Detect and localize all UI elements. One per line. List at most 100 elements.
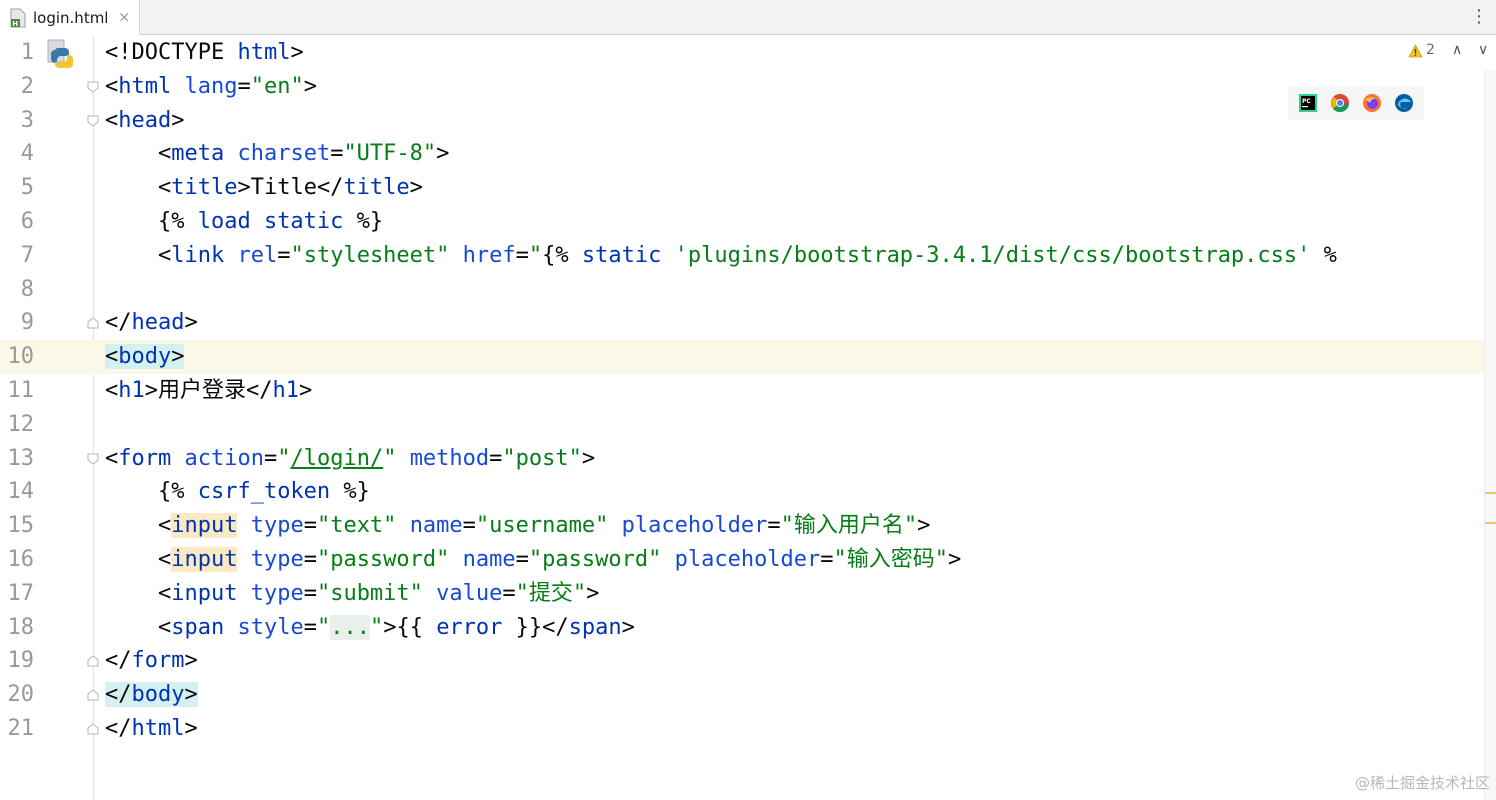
firefox-icon[interactable] xyxy=(1362,93,1382,113)
code-text[interactable]: <meta charset="UTF-8"> xyxy=(105,137,449,171)
code-line[interactable]: 7 <link rel="stylesheet" href="{% static… xyxy=(0,239,1484,273)
code-line[interactable]: 21 </html> xyxy=(0,712,1484,746)
code-text[interactable]: <form action="/login/" method="post"> xyxy=(105,442,595,476)
code-text[interactable]: </head> xyxy=(105,306,198,340)
code-line[interactable]: 4 <meta charset="UTF-8"> xyxy=(0,137,1484,171)
code-line[interactable]: 17 <input type="submit" value="提交"> xyxy=(0,577,1484,611)
code-line[interactable]: 3 <head> xyxy=(0,104,1484,138)
code-token: "输入用户名" xyxy=(780,513,918,539)
code-token: < xyxy=(105,242,172,268)
code-line[interactable]: 8 xyxy=(0,273,1484,307)
code-token: = xyxy=(237,73,251,99)
close-icon[interactable]: × xyxy=(118,8,131,26)
next-highlight-icon[interactable]: ∨ xyxy=(1478,42,1488,58)
pycharm-icon[interactable]: PC xyxy=(1298,93,1318,113)
browser-preview-bar: PC xyxy=(1288,86,1424,120)
code-text[interactable]: <span style="...">{{ error }}</span> xyxy=(105,611,635,645)
code-text[interactable]: <html lang="en"> xyxy=(105,70,317,104)
edge-icon[interactable] xyxy=(1394,93,1414,113)
code-text[interactable]: <head> xyxy=(105,104,184,138)
code-token: charset xyxy=(237,141,331,167)
code-line[interactable]: 9 </head> xyxy=(0,306,1484,340)
code-line[interactable]: 18 <span style="...">{{ error }}</span> xyxy=(0,611,1484,645)
fold-close-icon[interactable] xyxy=(86,722,100,736)
code-text[interactable]: </form> xyxy=(105,644,198,678)
code-line[interactable]: 16 <input type="password" name="password… xyxy=(0,543,1484,577)
warning-stripe-marker[interactable] xyxy=(1485,492,1496,494)
code-line[interactable]: 11 <h1>用户登录</h1> xyxy=(0,374,1484,408)
code-line[interactable]: 6 {% load static %} xyxy=(0,205,1484,239)
code-text[interactable]: </body> xyxy=(105,678,198,712)
code-text[interactable]: <input type="text" name="username" place… xyxy=(105,509,930,543)
code-token: type xyxy=(250,547,304,572)
code-line[interactable]: 10 <body> xyxy=(0,340,1484,375)
code-token: > xyxy=(581,445,596,471)
html-file-icon: H xyxy=(10,8,26,28)
code-line[interactable]: 15 <input type="text" name="username" pl… xyxy=(0,509,1484,543)
line-number: 18 xyxy=(7,614,35,640)
line-number: 12 xyxy=(7,411,35,437)
code-token: "username" xyxy=(475,513,609,539)
code-text[interactable]: <input type="password" name="password" p… xyxy=(105,543,961,577)
code-token: <!DOCTYPE xyxy=(105,40,238,65)
code-token: </ xyxy=(105,648,132,674)
code-line[interactable]: 1 <!DOCTYPE html> xyxy=(0,36,1484,70)
code-text[interactable]: <link rel="stylesheet" href="{% static '… xyxy=(105,239,1337,273)
code-line[interactable]: 19 </form> xyxy=(0,644,1484,678)
code-line[interactable]: 5 <title>Title</title> xyxy=(0,171,1484,205)
tab-login-html[interactable]: H login.html × xyxy=(0,0,140,35)
code-text[interactable]: <!DOCTYPE html> xyxy=(105,36,304,70)
code-token: > xyxy=(621,614,635,640)
code-token: form xyxy=(131,648,185,674)
code-token: "password" xyxy=(528,547,662,572)
code-token: value xyxy=(436,580,503,606)
code-text[interactable]: </html> xyxy=(105,712,198,746)
warning-stripe-marker[interactable] xyxy=(1485,522,1496,524)
line-number: 15 xyxy=(7,513,35,539)
svg-text:H: H xyxy=(12,20,18,28)
code-token: > xyxy=(184,648,198,674)
fold-close-icon[interactable] xyxy=(86,688,100,702)
fold-close-icon[interactable] xyxy=(86,316,100,330)
code-token: = xyxy=(303,614,317,640)
code-line[interactable]: 20 </body> xyxy=(0,678,1484,712)
more-vertical-icon[interactable]: ⋮ xyxy=(1470,7,1488,27)
line-number: 17 xyxy=(7,580,35,606)
fold-open-icon[interactable] xyxy=(86,80,100,94)
code-token: csrf_token xyxy=(197,479,331,505)
code-token: > xyxy=(290,40,304,65)
code-text[interactable]: {% csrf_token %} xyxy=(105,475,370,509)
line-number: 14 xyxy=(7,479,35,505)
fold-close-icon[interactable] xyxy=(86,654,100,668)
code-token: > xyxy=(184,310,198,336)
previous-highlight-icon[interactable]: ∧ xyxy=(1452,42,1462,58)
code-token: type xyxy=(250,580,304,606)
code-token: </ xyxy=(105,310,132,336)
code-text[interactable]: <body> xyxy=(105,340,185,374)
code-line[interactable]: 12 xyxy=(0,408,1484,442)
code-token: " xyxy=(316,614,331,640)
code-text[interactable]: <input type="submit" value="提交"> xyxy=(105,577,599,611)
chrome-icon[interactable] xyxy=(1330,93,1350,113)
code-token: span xyxy=(171,614,225,640)
code-token: >Title</ xyxy=(237,175,344,201)
code-line[interactable]: 13 <form action="/login/" method="post"> xyxy=(0,442,1484,476)
vertical-scrollbar[interactable] xyxy=(1484,70,1496,800)
code-text[interactable]: <h1>用户登录</h1> xyxy=(105,374,312,408)
code-token: </ xyxy=(105,682,132,708)
fold-open-icon[interactable] xyxy=(86,114,100,128)
code-editor[interactable]: 1 <!DOCTYPE html> 2 <html lang="en"> 3 <head>… xyxy=(0,36,1484,800)
code-token: 'plugins/bootstrap-3.4.1/dist/css/bootst… xyxy=(674,242,1311,268)
fold-open-icon[interactable] xyxy=(86,452,100,466)
code-token: lang xyxy=(184,73,238,99)
code-text[interactable]: <title>Title</title> xyxy=(105,171,423,205)
code-text[interactable]: {% load static %} xyxy=(105,205,383,239)
code-line[interactable]: 14 {% csrf_token %} xyxy=(0,475,1484,509)
code-line[interactable]: 2 <html lang="en"> xyxy=(0,70,1484,104)
